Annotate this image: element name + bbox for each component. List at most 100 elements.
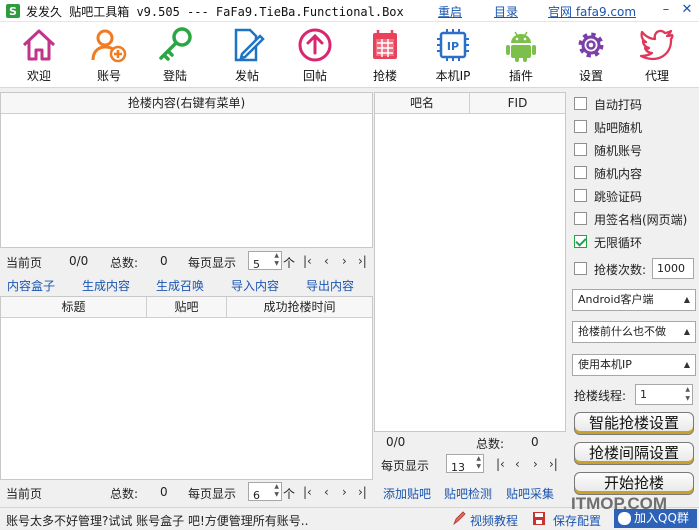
- save-config-link[interactable]: 保存配置: [553, 512, 601, 529]
- client-select[interactable]: Android客户端 ▲: [572, 289, 696, 311]
- time-column-header[interactable]: 成功抢楼时间: [227, 297, 372, 318]
- status-bar: 账号太多不好管理?试试 账号盒子 吧!方便管理所有账号.. 视频教程 保存配置 …: [0, 507, 699, 530]
- content-table[interactable]: 抢楼内容(右键有菜单): [0, 92, 373, 248]
- bird-icon: [639, 29, 674, 61]
- last-page-button[interactable]: ›|: [358, 485, 367, 499]
- close-button[interactable]: ✕: [679, 2, 695, 18]
- bar-pager-nav: 每页显示 13 ▲ ▼ |‹ ‹ › ›|: [374, 453, 566, 475]
- content-pager: 当前页 0/0 总数: 0 每页显示 5 ▲ ▼ 个 |‹ ‹ › ›|: [0, 250, 373, 272]
- website-link[interactable]: 官网 fafa9.com: [548, 3, 636, 20]
- threads-stepper[interactable]: 1 ▲ ▼: [635, 384, 693, 405]
- key-icon: [159, 27, 192, 61]
- grab-interval-settings-button[interactable]: 抢楼间隔设置: [574, 442, 694, 465]
- result-table[interactable]: 标题 贴吧 成功抢楼时间: [0, 296, 373, 480]
- ip-select[interactable]: 使用本机IP ▲: [572, 354, 696, 376]
- smart-grab-settings-button[interactable]: 智能抢楼设置: [574, 412, 694, 435]
- per-page-label: 每页显示: [188, 487, 237, 501]
- per-page-label: 每页显示: [188, 256, 237, 270]
- generate-content-link[interactable]: 生成内容: [82, 277, 130, 294]
- per-page-stepper[interactable]: 6 ▲ ▼: [248, 482, 282, 502]
- stepper-arrows-icon: ▲ ▼: [274, 483, 279, 498]
- bar-pager-totals: 0/0 总数: 0: [374, 433, 566, 453]
- total-value: 0: [160, 485, 168, 499]
- svg-text:S: S: [9, 5, 17, 18]
- catalog-link[interactable]: 目录: [494, 3, 518, 20]
- toolbar-login[interactable]: 登陆: [144, 24, 206, 86]
- dropdown-arrow-icon: ▲: [683, 295, 690, 304]
- save-disk-icon: [532, 511, 546, 526]
- prev-page-button[interactable]: ‹: [324, 254, 329, 268]
- window-title: 发发久 贴吧工具箱 v9.505 --- FaFa9.TieBa.Functio…: [26, 5, 404, 19]
- title-column-header[interactable]: 标题: [1, 297, 147, 318]
- toolbar-grab-floor[interactable]: 抢楼: [354, 24, 416, 86]
- last-page-button[interactable]: ›|: [358, 254, 367, 268]
- edit-document-icon: [234, 28, 265, 62]
- svg-text:IP: IP: [447, 40, 459, 53]
- pencil-icon[interactable]: [452, 510, 466, 526]
- content-box-link[interactable]: 内容盒子: [7, 277, 55, 294]
- stepper-arrows-icon: ▲ ▼: [476, 455, 481, 470]
- toolbar-account[interactable]: 账号: [78, 24, 140, 86]
- bar-per-page-label: 每页显示: [381, 459, 430, 473]
- bar-prev-page-button[interactable]: ‹: [515, 457, 520, 471]
- toolbar-local-ip[interactable]: IP 本机IP: [422, 24, 484, 86]
- current-page-value: 0/0: [69, 254, 89, 268]
- next-page-button[interactable]: ›: [342, 254, 347, 268]
- fid-column-header[interactable]: FID: [470, 93, 565, 114]
- bar-column-header[interactable]: 贴吧: [147, 297, 227, 318]
- toolbar-welcome[interactable]: 欢迎: [8, 24, 70, 86]
- content-link-row: 内容盒子 生成内容 生成召唤 导入内容 导出内容: [0, 277, 373, 295]
- title-bar: S 发发久 贴吧工具箱 v9.505 --- FaFa9.TieBa.Funct…: [0, 0, 699, 22]
- add-user-icon: [91, 29, 127, 63]
- join-qq-group-button[interactable]: 加入QQ群: [614, 509, 697, 528]
- toolbar-post[interactable]: 发帖: [216, 24, 278, 86]
- checkmark-icon: [574, 235, 587, 248]
- android-icon: [506, 31, 536, 62]
- dropdown-arrow-icon: ▲: [683, 327, 690, 336]
- per-page-stepper[interactable]: 5 ▲ ▼: [248, 251, 282, 271]
- qq-penguin-icon: [618, 512, 631, 525]
- video-tutorial-link[interactable]: 视频教程: [470, 512, 518, 529]
- threads-label: 抢楼线程:: [574, 389, 627, 403]
- bar-last-page-button[interactable]: ›|: [549, 457, 558, 471]
- toolbar-reply[interactable]: 回帖: [284, 24, 346, 86]
- ip-chip-icon: IP: [437, 29, 469, 61]
- bar-page-value: 0/0: [386, 435, 406, 449]
- export-content-link[interactable]: 导出内容: [306, 277, 354, 294]
- before-grab-select[interactable]: 抢楼前什么也不做 ▲: [572, 321, 696, 343]
- add-bar-link[interactable]: 添加贴吧: [383, 485, 431, 502]
- floor-count-input[interactable]: 1000: [652, 258, 694, 279]
- prev-page-button[interactable]: ‹: [324, 485, 329, 499]
- first-page-button[interactable]: |‹: [303, 254, 312, 268]
- toolbar-settings[interactable]: 设置: [560, 24, 622, 86]
- calendar-icon: [373, 30, 397, 59]
- minimize-button[interactable]: –: [658, 2, 674, 18]
- stepper-arrows-icon: ▲ ▼: [274, 252, 279, 267]
- bar-per-page-stepper[interactable]: 13 ▲ ▼: [446, 454, 484, 474]
- bar-collect-link[interactable]: 贴吧采集: [506, 485, 554, 502]
- restart-link[interactable]: 重启: [438, 3, 462, 20]
- first-page-button[interactable]: |‹: [303, 485, 312, 499]
- bar-link-row: 添加贴吧 贴吧检测 贴吧采集: [374, 485, 566, 503]
- toolbar-plugin[interactable]: 插件: [490, 24, 552, 86]
- bar-first-page-button[interactable]: |‹: [496, 457, 505, 471]
- per-page-unit: 个: [283, 256, 296, 270]
- current-page-label: 当前页: [6, 256, 43, 270]
- bar-table[interactable]: 吧名 FID: [374, 92, 566, 432]
- bar-name-column-header[interactable]: 吧名: [375, 93, 470, 114]
- start-grab-button[interactable]: 开始抢楼: [574, 472, 694, 495]
- toolbar-proxy[interactable]: 代理: [626, 24, 688, 86]
- bar-total-label: 总数:: [476, 437, 505, 451]
- bar-total-value: 0: [531, 435, 539, 449]
- generate-summon-link[interactable]: 生成召唤: [156, 277, 204, 294]
- import-content-link[interactable]: 导入内容: [231, 277, 279, 294]
- reply-arrow-icon: [298, 28, 332, 62]
- total-label: 总数:: [110, 487, 139, 501]
- main-toolbar: 欢迎 账号 登陆 发帖 回帖 抢楼 IP 本机IP 插件 设置 代理: [0, 22, 699, 88]
- dropdown-arrow-icon: ▲: [683, 360, 690, 369]
- result-pager: 当前页 总数: 0 每页显示 6 ▲ ▼ 个 |‹ ‹ › ›|: [0, 481, 373, 503]
- bar-next-page-button[interactable]: ›: [533, 457, 538, 471]
- content-column-header[interactable]: 抢楼内容(右键有菜单): [1, 93, 372, 114]
- next-page-button[interactable]: ›: [342, 485, 347, 499]
- bar-check-link[interactable]: 贴吧检测: [444, 485, 492, 502]
